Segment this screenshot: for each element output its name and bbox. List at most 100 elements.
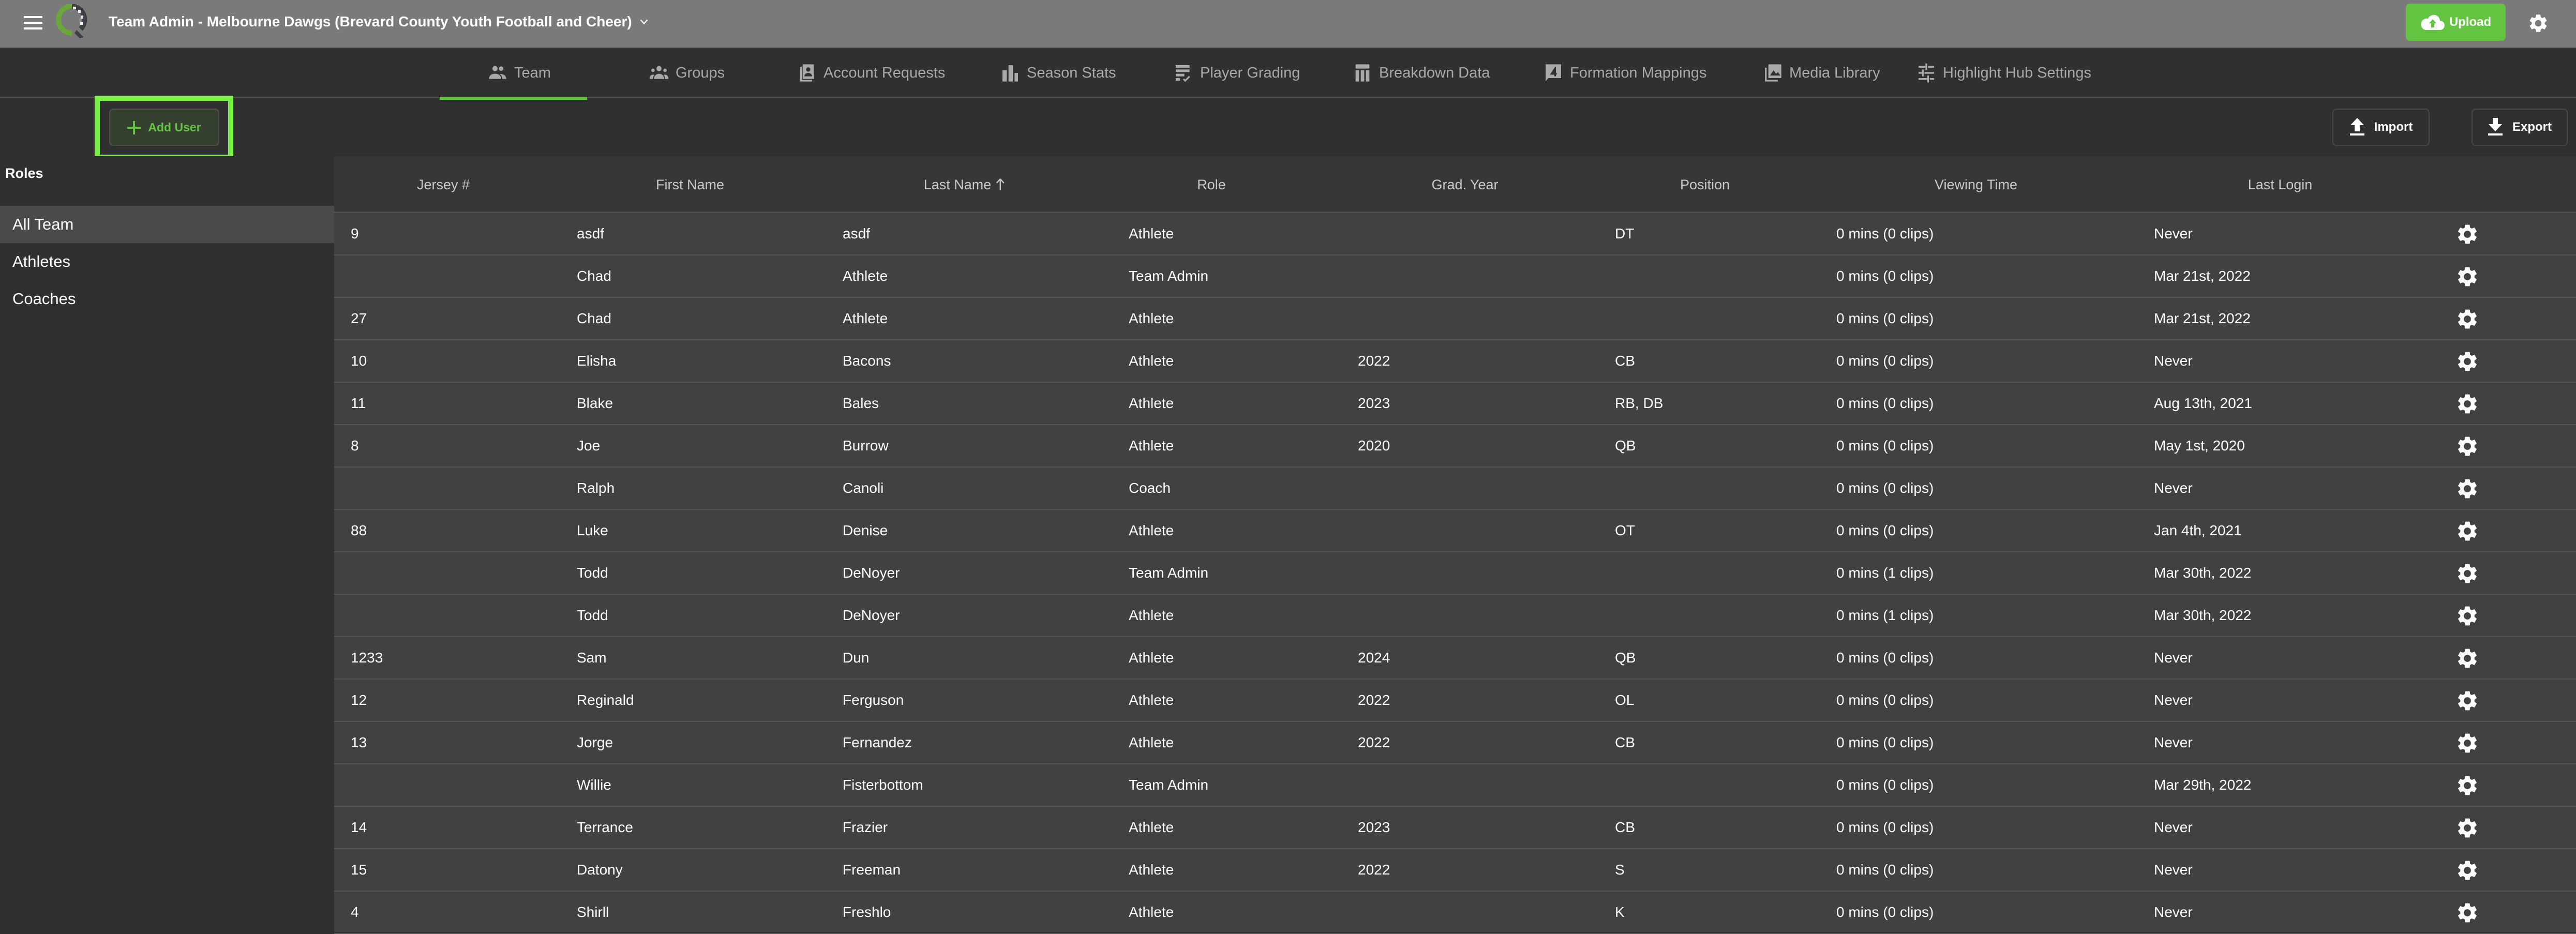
cell-last-login: Never — [2154, 819, 2193, 835]
column-header-last-name[interactable]: Last Name — [924, 156, 1005, 213]
row-settings-gear-icon[interactable] — [2455, 731, 2479, 755]
tab-formation-mappings[interactable]: Formation Mappings — [1543, 48, 1706, 98]
cell-last-name: Frazier — [843, 819, 888, 835]
cell-jersey: 9 — [351, 225, 359, 242]
image-library-icon — [1765, 64, 1781, 82]
table-row[interactable]: 12 Reginald Ferguson Athlete 2022 OL 0 m… — [334, 680, 2576, 722]
cell-first-name: Willie — [577, 777, 611, 793]
cell-viewing-time: 0 mins (0 clips) — [1836, 438, 1934, 454]
column-header-viewing-time[interactable]: Viewing Time — [1935, 156, 2017, 213]
column-header-grad-year[interactable]: Grad. Year — [1431, 156, 1498, 213]
sidebar-item-athletes[interactable]: Athletes — [0, 243, 334, 280]
row-settings-gear-icon[interactable] — [2455, 858, 2479, 882]
cell-role: Athlete — [1129, 353, 1174, 369]
cell-role: Athlete — [1129, 734, 1174, 750]
table-row[interactable]: 9 asdf asdf Athlete DT 0 mins (0 clips) … — [334, 213, 2576, 255]
row-settings-gear-icon[interactable] — [2455, 604, 2479, 628]
column-header-position[interactable]: Position — [1680, 156, 1730, 213]
cell-role: Athlete — [1129, 650, 1174, 666]
row-settings-gear-icon[interactable] — [2455, 901, 2479, 925]
table-row[interactable]: 15 Datony Freeman Athlete 2022 S 0 mins … — [334, 849, 2576, 892]
tab-groups[interactable]: Groups — [649, 48, 725, 98]
team-selector[interactable]: Team Admin - Melbourne Dawgs (Brevard Co… — [109, 13, 650, 30]
table-row[interactable]: 27 Chad Athlete Athlete 0 mins (0 clips)… — [334, 298, 2576, 340]
cell-last-name: Athlete — [843, 310, 888, 326]
table-row[interactable]: 13 Jorge Fernandez Athlete 2022 CB 0 min… — [334, 722, 2576, 764]
tab-season-stats[interactable]: Season Stats — [1000, 48, 1116, 98]
cell-viewing-time: 0 mins (0 clips) — [1836, 310, 1934, 326]
cell-last-name: DeNoyer — [843, 607, 900, 623]
add-user-button[interactable]: Add User — [109, 109, 219, 146]
cell-last-login: Never — [2154, 353, 2193, 369]
row-settings-gear-icon[interactable] — [2455, 562, 2479, 585]
sidebar-item-label: All Team — [12, 215, 74, 233]
groups-icon — [649, 66, 669, 79]
cell-last-login: Never — [2154, 904, 2193, 920]
row-settings-gear-icon[interactable] — [2455, 434, 2479, 458]
tab-highlight-hub-settings[interactable]: Highlight Hub Settings — [1916, 48, 2091, 98]
row-settings-gear-icon[interactable] — [2455, 392, 2479, 416]
tab-bar: Team Groups Account Requests Season Stat… — [0, 48, 2576, 100]
add-user-label: Add User — [148, 120, 201, 134]
row-settings-gear-icon[interactable] — [2455, 519, 2479, 543]
row-settings-gear-icon[interactable] — [2455, 816, 2479, 840]
table-row[interactable]: 1233 Sam Dun Athlete 2024 QB 0 mins (0 c… — [334, 637, 2576, 680]
cell-grad-year: 2022 — [1358, 862, 1390, 878]
table-row[interactable]: 11 Blake Bales Athlete 2023 RB, DB 0 min… — [334, 383, 2576, 425]
row-settings-gear-icon[interactable] — [2455, 265, 2479, 289]
cell-last-login: Mar 21st, 2022 — [2154, 310, 2251, 326]
tab-team[interactable]: Team — [440, 48, 587, 100]
row-settings-gear-icon[interactable] — [2455, 646, 2479, 670]
cell-last-login: Jan 4th, 2021 — [2154, 522, 2242, 538]
column-header-first-name[interactable]: First Name — [656, 156, 724, 213]
download-arrow-icon — [2488, 118, 2503, 135]
import-button[interactable]: Import — [2332, 109, 2430, 146]
hamburger-menu-icon[interactable] — [24, 16, 42, 29]
row-settings-gear-icon[interactable] — [2455, 350, 2479, 373]
table-row[interactable]: Willie Fisterbottom Team Admin 0 mins (0… — [334, 764, 2576, 807]
cell-last-name: Freshlo — [843, 904, 891, 920]
column-header-last-login[interactable]: Last Login — [2248, 156, 2313, 213]
settings-gear-icon[interactable] — [2527, 12, 2549, 34]
tab-label: Team — [514, 64, 551, 81]
tab-label: Player Grading — [1200, 64, 1300, 81]
table-row[interactable]: Ralph Canoli Coach 0 mins (0 clips) Neve… — [334, 468, 2576, 510]
row-settings-gear-icon[interactable] — [2455, 689, 2479, 713]
tab-breakdown-data[interactable]: Breakdown Data — [1352, 48, 1490, 98]
table-row[interactable]: 14 Terrance Frazier Athlete 2023 CB 0 mi… — [334, 807, 2576, 849]
cell-grad-year: 2024 — [1358, 650, 1390, 666]
roles-title: Roles — [5, 165, 43, 181]
upload-button[interactable]: Upload — [2406, 4, 2506, 41]
cell-viewing-time: 0 mins (0 clips) — [1836, 734, 1934, 750]
table-row[interactable]: Todd DeNoyer Team Admin 0 mins (1 clips)… — [334, 552, 2576, 595]
table-header: Jersey # First Name Last Name Role Grad.… — [334, 156, 2576, 213]
table-row[interactable]: 8 Joe Burrow Athlete 2020 QB 0 mins (0 c… — [334, 425, 2576, 468]
table-row[interactable]: Todd DeNoyer Athlete 0 mins (1 clips) Ma… — [334, 595, 2576, 637]
cell-first-name: Jorge — [577, 734, 613, 750]
cell-position: K — [1615, 904, 1625, 920]
column-header-jersey[interactable]: Jersey # — [417, 156, 470, 213]
column-header-role[interactable]: Role — [1197, 156, 1226, 213]
export-button[interactable]: Export — [2472, 109, 2568, 146]
row-settings-gear-icon[interactable] — [2455, 222, 2479, 246]
sidebar-item-label: Athletes — [12, 252, 71, 270]
sidebar-item-all-team[interactable]: All Team — [0, 206, 334, 243]
cell-viewing-time: 0 mins (0 clips) — [1836, 480, 1934, 496]
table-row[interactable]: Chad Athlete Team Admin 0 mins (0 clips)… — [334, 255, 2576, 298]
export-label: Export — [2512, 120, 2552, 134]
row-settings-gear-icon[interactable] — [2455, 477, 2479, 501]
cell-position: RB, DB — [1615, 395, 1664, 411]
cell-jersey: 14 — [351, 819, 367, 835]
tab-label: Account Requests — [823, 64, 946, 81]
table-row[interactable]: 10 Elisha Bacons Athlete 2022 CB 0 mins … — [334, 340, 2576, 383]
row-settings-gear-icon[interactable] — [2455, 307, 2479, 331]
cell-viewing-time: 0 mins (0 clips) — [1836, 692, 1934, 708]
table-row[interactable]: 88 Luke Denise Athlete OT 0 mins (0 clip… — [334, 510, 2576, 552]
tab-player-grading[interactable]: Player Grading — [1173, 48, 1300, 98]
row-settings-gear-icon[interactable] — [2455, 774, 2479, 797]
table-row[interactable]: 4 Shirll Freshlo Athlete K 0 mins (0 cli… — [334, 892, 2576, 934]
sidebar-item-coaches[interactable]: Coaches — [0, 280, 334, 318]
tab-media-library[interactable]: Media Library — [1762, 48, 1880, 98]
tab-account-requests[interactable]: Account Requests — [797, 48, 945, 98]
top-bar: Team Admin - Melbourne Dawgs (Brevard Co… — [0, 0, 2576, 48]
